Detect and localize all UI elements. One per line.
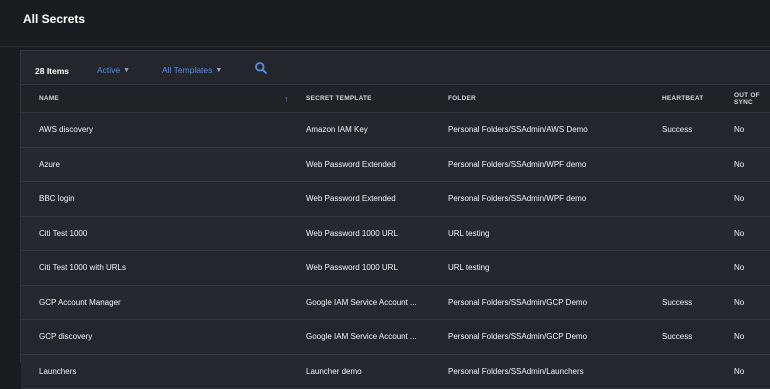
secret-folder: Personal Folders/SSAdmin/AWS Demo <box>448 112 662 148</box>
secret-out-of-sync: No <box>734 354 770 389</box>
status-filter-dropdown[interactable]: Active ▼ <box>97 65 130 75</box>
secret-folder: Personal Folders/SSAdmin/GCP Demo <box>448 285 662 320</box>
sort-ascending-icon[interactable]: ↑ <box>284 84 306 113</box>
secret-heartbeat <box>662 216 734 251</box>
table-row[interactable]: Azure Web Password Extended Personal Fol… <box>21 147 770 182</box>
secret-folder: Personal Folders/SSAdmin/WPF demo <box>448 147 662 182</box>
table-row[interactable]: GCP Account Manager Google IAM Service A… <box>21 285 770 320</box>
table-row[interactable]: AWS discovery Amazon IAM Key Personal Fo… <box>21 112 770 148</box>
secret-template: Web Password Extended <box>306 181 448 217</box>
table-row[interactable]: Citi Test 1000 with URLs Web Password 10… <box>21 250 770 286</box>
secret-out-of-sync: No <box>734 216 770 251</box>
secret-template: Google IAM Service Account ... <box>306 319 448 355</box>
secret-template: Web Password 1000 URL <box>306 216 448 251</box>
table-row[interactable]: Launchers Launcher demo Personal Folders… <box>21 354 770 389</box>
secret-folder: URL testing <box>448 250 662 286</box>
secret-out-of-sync: No <box>734 319 770 355</box>
secret-template: Launcher demo <box>306 354 448 389</box>
column-header-out-of-sync[interactable]: OUT OF SYNC <box>734 84 770 113</box>
secret-name[interactable]: AWS discovery <box>21 112 284 148</box>
secret-folder: Personal Folders/SSAdmin/Launchers <box>448 354 662 389</box>
table-row[interactable]: Citi Test 1000 Web Password 1000 URL URL… <box>21 216 770 251</box>
secret-heartbeat <box>662 250 734 286</box>
chevron-down-icon: ▼ <box>215 66 223 74</box>
secret-heartbeat: Success <box>662 112 734 148</box>
column-header-name[interactable]: NAME <box>21 84 284 113</box>
secret-out-of-sync: No <box>734 181 770 217</box>
secret-folder: Personal Folders/SSAdmin/WPF demo <box>448 181 662 217</box>
secret-folder: URL testing <box>448 216 662 251</box>
secret-heartbeat <box>662 181 734 217</box>
secret-heartbeat: Success <box>662 319 734 355</box>
secret-out-of-sync: No <box>734 250 770 286</box>
secret-template: Web Password Extended <box>306 147 448 182</box>
secret-heartbeat: Success <box>662 285 734 320</box>
table-header-row: NAME ↑ SECRET TEMPLATE FOLDER HEARTBEAT … <box>21 84 770 113</box>
column-header-folder[interactable]: FOLDER <box>448 84 662 113</box>
secret-heartbeat <box>662 147 734 182</box>
secret-folder: Personal Folders/SSAdmin/GCP Demo <box>448 319 662 355</box>
page-header: All Secrets <box>0 0 770 47</box>
secret-template: Google IAM Service Account ... <box>306 285 448 320</box>
status-filter-label: Active <box>97 65 121 75</box>
secret-name[interactable]: Launchers <box>21 354 284 389</box>
secret-name[interactable]: Citi Test 1000 with URLs <box>21 250 284 286</box>
secret-name[interactable]: BBC login <box>21 181 284 217</box>
secret-out-of-sync: No <box>734 147 770 182</box>
chevron-down-icon: ▼ <box>123 66 131 74</box>
search-icon[interactable] <box>254 61 268 75</box>
grid-toolbar: 28 Items Active ▼ All Templates ▼ <box>21 51 770 84</box>
secret-template: Amazon IAM Key <box>306 112 448 148</box>
secret-name[interactable]: GCP discovery <box>21 319 284 355</box>
table-row[interactable]: BBC login Web Password Extended Personal… <box>21 181 770 217</box>
secrets-table: NAME ↑ SECRET TEMPLATE FOLDER HEARTBEAT … <box>21 84 770 389</box>
secret-name[interactable]: GCP Account Manager <box>21 285 284 320</box>
secret-name[interactable]: Azure <box>21 147 284 182</box>
column-header-template[interactable]: SECRET TEMPLATE <box>306 84 448 113</box>
column-header-heartbeat[interactable]: HEARTBEAT <box>662 84 734 113</box>
secret-template: Web Password 1000 URL <box>306 250 448 286</box>
secret-out-of-sync: No <box>734 285 770 320</box>
table-row[interactable]: GCP discovery Google IAM Service Account… <box>21 319 770 355</box>
secrets-page: All Secrets 28 Items Active ▼ All Templa… <box>0 0 770 389</box>
items-count: 28 Items <box>35 66 70 76</box>
template-filter-label: All Templates <box>162 65 213 75</box>
secrets-panel: 28 Items Active ▼ All Templates ▼ NAME ↑… <box>20 50 770 389</box>
secret-out-of-sync: No <box>734 112 770 148</box>
secret-heartbeat <box>662 354 734 389</box>
secret-name[interactable]: Citi Test 1000 <box>21 216 284 251</box>
page-title: All Secrets <box>23 12 86 26</box>
template-filter-dropdown[interactable]: All Templates ▼ <box>162 65 222 75</box>
